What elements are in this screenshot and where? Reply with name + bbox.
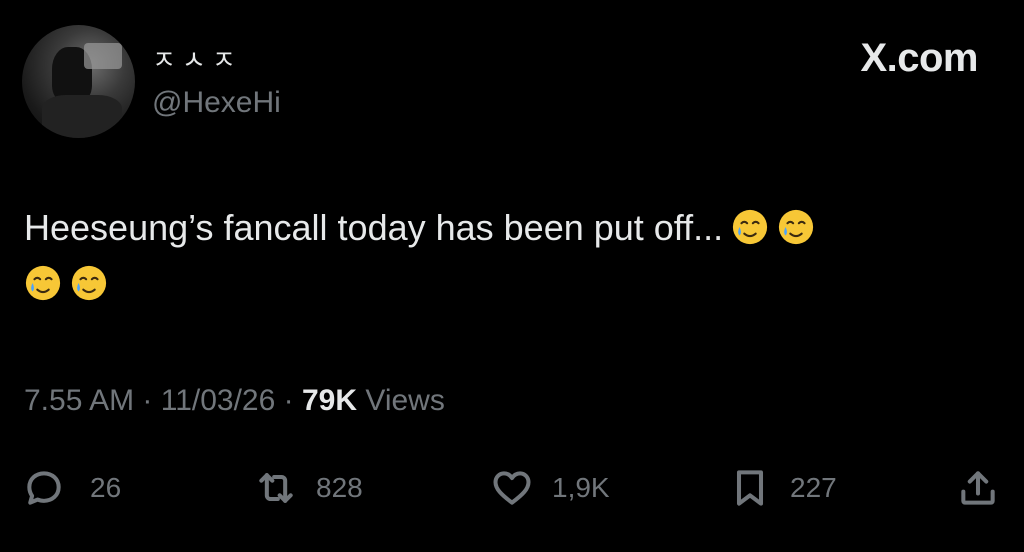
bookmark-count: 227 [790,472,837,503]
repost-button[interactable]: 828 [254,464,363,512]
smiling-face-with-tear-icon [731,208,769,246]
action-bar: 26 828 1,9K 227 [22,464,1002,512]
brand-label: X.com [860,36,978,80]
meta-separator: · [134,384,161,417]
share-button[interactable] [956,464,1000,512]
repost-icon [259,473,293,503]
tweet-body: Heeseung’s fancall today has been put of… [24,200,984,312]
bookmark-button[interactable]: 227 [728,464,837,512]
smiling-face-with-tear-icon [70,264,108,302]
smiling-face-with-tear-icon [24,264,62,302]
reply-count: 26 [90,472,122,503]
heart-icon [493,471,531,505]
avatar[interactable] [22,25,135,138]
reply-button[interactable]: 26 [22,464,121,512]
repost-count: 828 [316,472,363,503]
tweet-date[interactable]: 11/03/26 [161,384,276,417]
user-handle[interactable]: @HexeHi [152,86,281,120]
tweet-time[interactable]: 7.55 AM [24,384,134,417]
like-count: 1,9K [552,472,610,503]
display-name[interactable]: ㅈㅅㅈ [152,40,242,77]
tweet-text: Heeseung’s fancall today has been put of… [24,207,724,248]
meta-separator: · [275,384,302,417]
views-label: Views [357,384,445,417]
tweet-meta: 7.55 AM · 11/03/26 · 79K Views [24,384,445,418]
reply-icon [27,471,61,505]
views-count[interactable]: 79K [302,384,357,417]
smiling-face-with-tear-icon [777,208,815,246]
share-icon [961,471,995,505]
bookmark-icon [736,470,764,506]
like-button[interactable]: 1,9K [490,464,610,512]
